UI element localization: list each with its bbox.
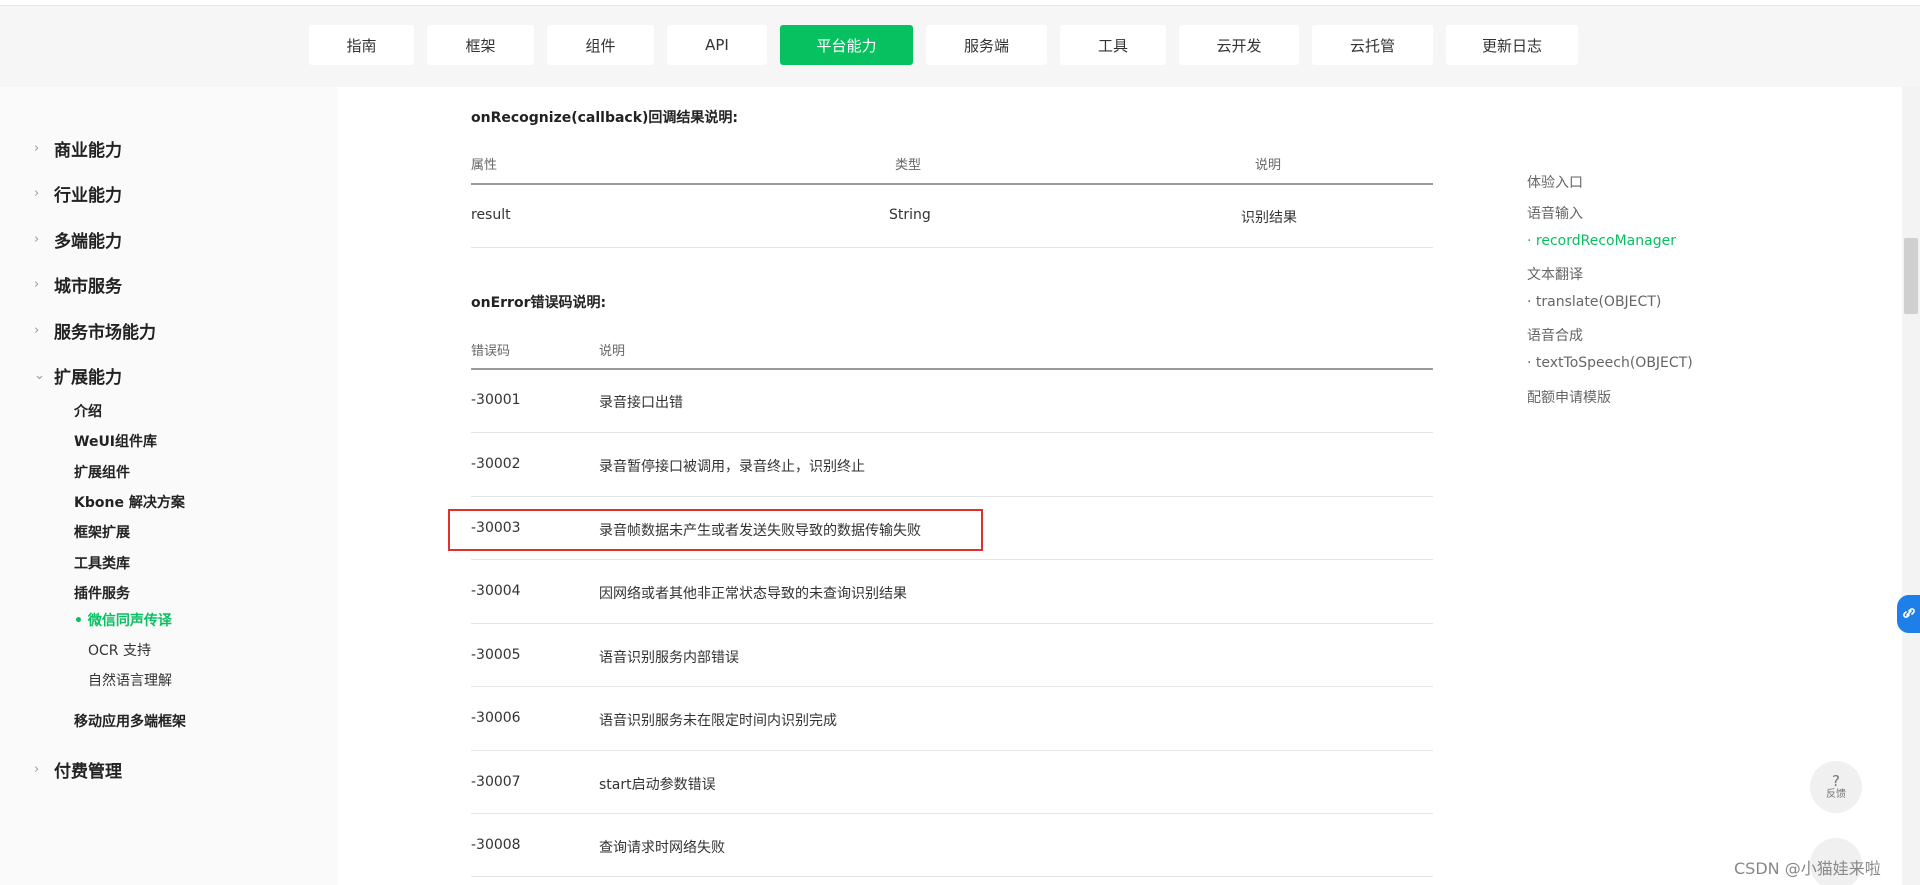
scrollbar-thumb[interactable]: [1904, 238, 1918, 314]
sidebar-item-framework-ext[interactable]: 框架扩展: [74, 522, 130, 542]
table-row-divider: [471, 432, 1433, 433]
tab-tools[interactable]: 工具: [1060, 25, 1166, 65]
sidebar-category-extensions[interactable]: ⌄ 扩展能力: [34, 363, 122, 388]
left-sidebar: › 商业能力 › 行业能力 › 多端能力 › 城市服务 › 服务市场能力 ⌄ 扩…: [0, 87, 338, 885]
sidebar-category-label: 城市服务: [54, 276, 122, 297]
sidebar-item-plugin-service[interactable]: 插件服务: [74, 583, 130, 603]
error-code: -30008: [471, 837, 521, 853]
error-description: start启动参数错误: [599, 777, 716, 793]
sidebar-item-intro[interactable]: 介绍: [74, 401, 102, 421]
table-row-divider: [471, 496, 1433, 497]
sidebar-category-label: 付费管理: [54, 761, 122, 782]
table-row-divider: [471, 750, 1433, 751]
toc-item-quota-template[interactable]: 配额申请模版: [1527, 387, 1611, 407]
tab-cloud-dev[interactable]: 云开发: [1179, 25, 1299, 65]
error-code: -30002: [471, 456, 521, 472]
toc-item-text-translate[interactable]: 文本翻译: [1527, 264, 1583, 284]
chevron-right-icon: ›: [34, 276, 40, 292]
sidebar-item-kbone[interactable]: Kbone 解决方案: [74, 492, 185, 512]
toc-item-experience[interactable]: 体验入口: [1527, 172, 1583, 192]
error-description: 语音识别服务未在限定时间内识别完成: [599, 713, 837, 729]
chevron-down-icon: ⌄: [34, 367, 45, 383]
tab-changelog[interactable]: 更新日志: [1446, 25, 1578, 65]
sidebar-category-industry[interactable]: › 行业能力: [34, 181, 122, 206]
floating-action-button[interactable]: [1897, 595, 1920, 633]
chevron-right-icon: ›: [34, 231, 40, 247]
top-navigation: 指南 框架 组件 API 平台能力 服务端 工具 云开发 云托管 更新日志: [0, 6, 1920, 87]
table-row-divider: [471, 876, 1433, 877]
error-description: 语音识别服务内部错误: [599, 650, 739, 666]
error-description: 录音暂停接口被调用，录音终止，识别终止: [599, 459, 865, 475]
tab-guide[interactable]: 指南: [309, 25, 414, 65]
toc-item-record-reco-manager[interactable]: · recordRecoManager: [1527, 233, 1676, 249]
toc-item-voice-input[interactable]: 语音输入: [1527, 203, 1583, 223]
sidebar-category-business[interactable]: › 商业能力: [34, 136, 122, 161]
sidebar-category-label: 商业能力: [54, 140, 122, 161]
annotation-highlight-box: [448, 509, 983, 551]
error-code: -30004: [471, 583, 521, 599]
table-row-divider: [471, 623, 1433, 624]
tab-cloud-hosting[interactable]: 云托管: [1312, 25, 1433, 65]
table-cell-property: result: [471, 207, 511, 223]
error-description: 录音接口出错: [599, 395, 683, 411]
table-cell-desc: 识别结果: [1241, 210, 1297, 226]
table-header-divider: [471, 368, 1433, 370]
table-row-divider: [471, 559, 1433, 560]
sidebar-category-label: 扩展能力: [54, 367, 122, 388]
toc-item-speech-synthesis[interactable]: 语音合成: [1527, 325, 1583, 345]
watermark-text: CSDN @小猫娃来啦: [1734, 859, 1881, 878]
tab-platform[interactable]: 平台能力: [780, 25, 913, 65]
page-scrollbar[interactable]: [1902, 87, 1920, 885]
sidebar-item-label: 微信同声传译: [87, 613, 172, 629]
sidebar-category-city-services[interactable]: › 城市服务: [34, 272, 122, 297]
sidebar-item-mobile-framework[interactable]: 移动应用多端框架: [74, 711, 186, 731]
table-header-type: 类型: [895, 158, 922, 173]
sidebar-category-multi-platform[interactable]: › 多端能力: [34, 227, 122, 252]
table-header-divider: [471, 183, 1433, 185]
sidebar-item-wechat-translate[interactable]: • 微信同声传译: [74, 610, 172, 630]
tab-components[interactable]: 组件: [547, 25, 654, 65]
sidebar-item-tool-library[interactable]: 工具类库: [74, 553, 130, 573]
sidebar-item-weui[interactable]: WeUI组件库: [74, 431, 157, 451]
table-header-desc: 说明: [599, 344, 626, 359]
table-row-divider: [471, 686, 1433, 687]
active-bullet: •: [74, 613, 83, 629]
sidebar-category-payment[interactable]: › 付费管理: [34, 757, 122, 782]
tab-framework[interactable]: 框架: [427, 25, 534, 65]
sidebar-category-label: 多端能力: [54, 231, 122, 252]
chevron-right-icon: ›: [34, 185, 40, 201]
sidebar-category-label: 服务市场能力: [54, 322, 156, 343]
table-row-divider: [471, 813, 1433, 814]
sidebar-item-ocr[interactable]: OCR 支持: [88, 640, 151, 660]
feedback-button[interactable]: ? 反馈: [1810, 761, 1862, 813]
question-icon: ?: [1832, 772, 1840, 790]
sidebar-item-nlu[interactable]: 自然语言理解: [88, 670, 172, 690]
sidebar-item-ext-components[interactable]: 扩展组件: [74, 462, 130, 482]
tab-server[interactable]: 服务端: [926, 25, 1047, 65]
table-cell-type: String: [889, 207, 931, 223]
toc-item-text-to-speech[interactable]: · textToSpeech(OBJECT): [1527, 355, 1693, 371]
tab-api[interactable]: API: [667, 25, 767, 65]
error-description: 查询请求时网络失败: [599, 840, 725, 856]
chevron-right-icon: ›: [34, 322, 40, 338]
recognize-section-title: onRecognize(callback)回调结果说明:: [471, 110, 739, 126]
error-code: -30005: [471, 647, 521, 663]
chevron-right-icon: ›: [34, 761, 40, 777]
link-icon: [1902, 605, 1916, 624]
table-header-desc: 说明: [1255, 158, 1282, 173]
error-section-title: onError错误码说明:: [471, 295, 607, 311]
feedback-label: 反馈: [1826, 789, 1846, 800]
sidebar-category-service-market[interactable]: › 服务市场能力: [34, 318, 156, 343]
error-description: 因网络或者其他非正常状态导致的未查询识别结果: [599, 586, 907, 602]
error-code: -30007: [471, 774, 521, 790]
table-header-code: 错误码: [471, 344, 511, 359]
table-header-property: 属性: [471, 158, 498, 173]
error-code: -30001: [471, 392, 521, 408]
nav-tabs: 指南 框架 组件 API 平台能力 服务端 工具 云开发 云托管 更新日志: [309, 25, 1578, 65]
error-code: -30006: [471, 710, 521, 726]
chevron-right-icon: ›: [34, 140, 40, 156]
sidebar-category-label: 行业能力: [54, 185, 122, 206]
table-row-divider: [471, 247, 1433, 248]
toc-item-translate[interactable]: · translate(OBJECT): [1527, 294, 1661, 310]
